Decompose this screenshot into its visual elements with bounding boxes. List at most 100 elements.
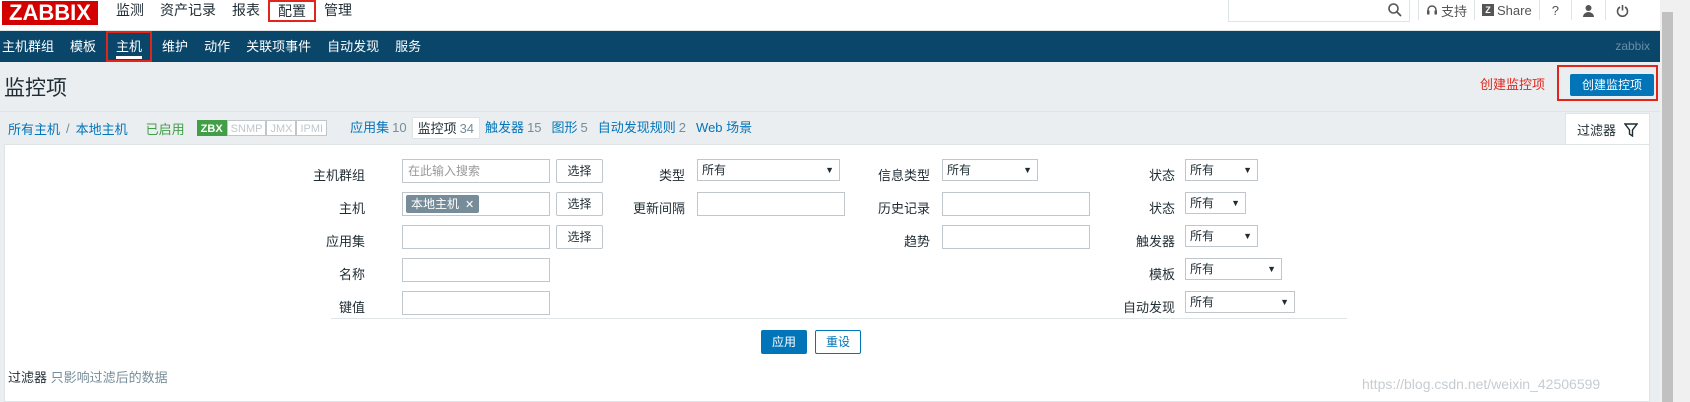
application-label: 应用集: [325, 234, 365, 249]
state-select[interactable]: 所有 ▼: [1185, 159, 1258, 181]
discovery-label: 自动发现: [1122, 300, 1175, 315]
tab-items[interactable]: 监控项 34: [411, 117, 481, 139]
interval-label: 更新间隔: [632, 201, 685, 216]
search-icon[interactable]: [1387, 2, 1403, 18]
subnav-correlation[interactable]: 关联项事件: [238, 31, 319, 62]
discovery-select[interactable]: 所有 ▼: [1185, 291, 1295, 313]
vertical-scrollbar[interactable]: [1660, 0, 1690, 402]
subnav-hosts[interactable]: 主机: [106, 31, 153, 62]
share-link[interactable]: Z Share: [1474, 0, 1539, 20]
trigger-label: 触发器: [1135, 234, 1175, 249]
tag-jmx: JMX: [266, 120, 297, 136]
tab-web-scenarios[interactable]: Web 场景: [691, 117, 757, 139]
reset-button[interactable]: 重设: [815, 330, 861, 354]
nav-administration[interactable]: 管理: [316, 0, 360, 22]
host-group-select-button[interactable]: 选择: [556, 159, 603, 183]
share-label: Share: [1497, 2, 1532, 18]
remove-chip-icon[interactable]: ✕: [465, 199, 474, 211]
history-input[interactable]: [942, 192, 1090, 216]
info-type-label: 信息类型: [877, 168, 930, 183]
nav-monitoring[interactable]: 监测: [108, 0, 152, 22]
tab-graphs[interactable]: 图形 5: [547, 117, 593, 139]
host-chip-label: 本地主机: [411, 197, 460, 211]
server-brand: zabbix: [1615, 39, 1650, 53]
host-label: 主机: [338, 201, 365, 216]
host-group-input[interactable]: 在此输入搜索: [402, 159, 550, 183]
host-input[interactable]: 本地主机 ✕: [402, 192, 550, 216]
subnav-actions[interactable]: 动作: [196, 31, 238, 62]
history-label: 历史记录: [877, 201, 930, 216]
create-item-button[interactable]: 创建监控项: [1570, 74, 1654, 96]
dropdown-arrow-icon: ▼: [825, 165, 834, 175]
status-select[interactable]: 所有 ▼: [1185, 192, 1246, 214]
type-value: 所有: [702, 163, 727, 177]
filter-panel: 主机群组 在此输入搜索 选择 主机 本地主机 ✕ 选择 应用集 选择 名称 键值 …: [4, 144, 1650, 402]
tab-count: 15: [527, 120, 542, 135]
support-label: 支持: [1441, 3, 1468, 19]
help-icon: ?: [1551, 2, 1559, 18]
tab-label: 监控项: [417, 121, 457, 136]
filter-tab-label: 过滤器: [1576, 123, 1616, 138]
filter-toggle-tab[interactable]: 过滤器: [1565, 113, 1650, 145]
breadcrumb-separator: /: [66, 120, 70, 136]
application-select-button[interactable]: 选择: [556, 225, 603, 249]
host-status-enabled[interactable]: 已启用: [146, 119, 185, 138]
tab-discovery-rules[interactable]: 自动发现规则 2: [593, 117, 691, 139]
nav-inventory[interactable]: 资产记录: [152, 0, 224, 22]
top-nav: 监测 资产记录 报表 配置 管理: [108, 0, 360, 22]
template-value: 所有: [1190, 262, 1215, 276]
funnel-icon: [1624, 122, 1638, 137]
support-link[interactable]: 支持: [1418, 0, 1474, 20]
watermark: https://blog.csdn.net/weixin_42506599: [1362, 376, 1601, 392]
key-label: 键值: [338, 300, 365, 315]
scrollbar-thumb[interactable]: [1662, 12, 1673, 402]
signout-button[interactable]: [1604, 0, 1639, 20]
help-button[interactable]: ?: [1538, 0, 1571, 20]
interval-input[interactable]: [697, 192, 845, 216]
zabbix-logo[interactable]: ZABBIX: [2, 1, 98, 25]
subnav-templates[interactable]: 模板: [62, 31, 104, 62]
name-input[interactable]: [402, 258, 550, 282]
create-button-highlight: 创建监控项: [1557, 65, 1658, 101]
filter-divider: [331, 318, 1347, 319]
apply-button[interactable]: 应用: [761, 330, 807, 354]
host-select-button[interactable]: 选择: [556, 192, 603, 216]
tag-ipmi: IPMI: [296, 120, 328, 136]
trigger-select[interactable]: 所有 ▼: [1185, 225, 1258, 247]
nav-configuration[interactable]: 配置: [268, 0, 316, 22]
headset-icon: [1427, 5, 1437, 15]
breadcrumb-host[interactable]: 本地主机: [76, 119, 128, 138]
search-input[interactable]: [1228, 0, 1410, 22]
info-type-select[interactable]: 所有 ▼: [942, 159, 1038, 181]
tab-applications[interactable]: 应用集 10: [345, 117, 411, 139]
tab-label: Web 场景: [696, 120, 753, 135]
breadcrumb-all-hosts[interactable]: 所有主机: [8, 119, 60, 138]
subnav-hosts-label: 主机: [116, 39, 143, 59]
trend-label: 趋势: [903, 234, 930, 249]
subnav-services[interactable]: 服务: [387, 31, 429, 62]
page-title: 监控项: [4, 77, 67, 100]
subnav-maintenance[interactable]: 维护: [154, 31, 196, 62]
subnav-host-groups[interactable]: 主机群组: [0, 31, 62, 62]
dropdown-arrow-icon: ▼: [1243, 165, 1252, 175]
type-label: 类型: [658, 168, 685, 183]
dropdown-arrow-icon: ▼: [1280, 297, 1289, 307]
trigger-value: 所有: [1190, 229, 1215, 243]
template-label: 模板: [1148, 267, 1175, 282]
host-chip: 本地主机 ✕: [406, 195, 480, 213]
application-input[interactable]: [402, 225, 550, 249]
dropdown-arrow-icon: ▼: [1243, 231, 1252, 241]
nav-reports[interactable]: 报表: [224, 0, 268, 22]
tab-triggers[interactable]: 触发器 15: [480, 117, 546, 139]
subnav-discovery[interactable]: 自动发现: [319, 31, 387, 62]
tab-count: 2: [678, 120, 687, 135]
info-type-value: 所有: [947, 163, 972, 177]
power-icon: [1616, 4, 1629, 17]
state-label: 状态: [1148, 168, 1175, 183]
type-select[interactable]: 所有 ▼: [697, 159, 840, 181]
profile-button[interactable]: [1570, 0, 1605, 20]
filter-info-note: 只影响过滤后的数据: [50, 370, 168, 385]
key-input[interactable]: [402, 291, 550, 315]
template-select[interactable]: 所有 ▼: [1185, 258, 1282, 280]
trend-input[interactable]: [942, 225, 1090, 249]
